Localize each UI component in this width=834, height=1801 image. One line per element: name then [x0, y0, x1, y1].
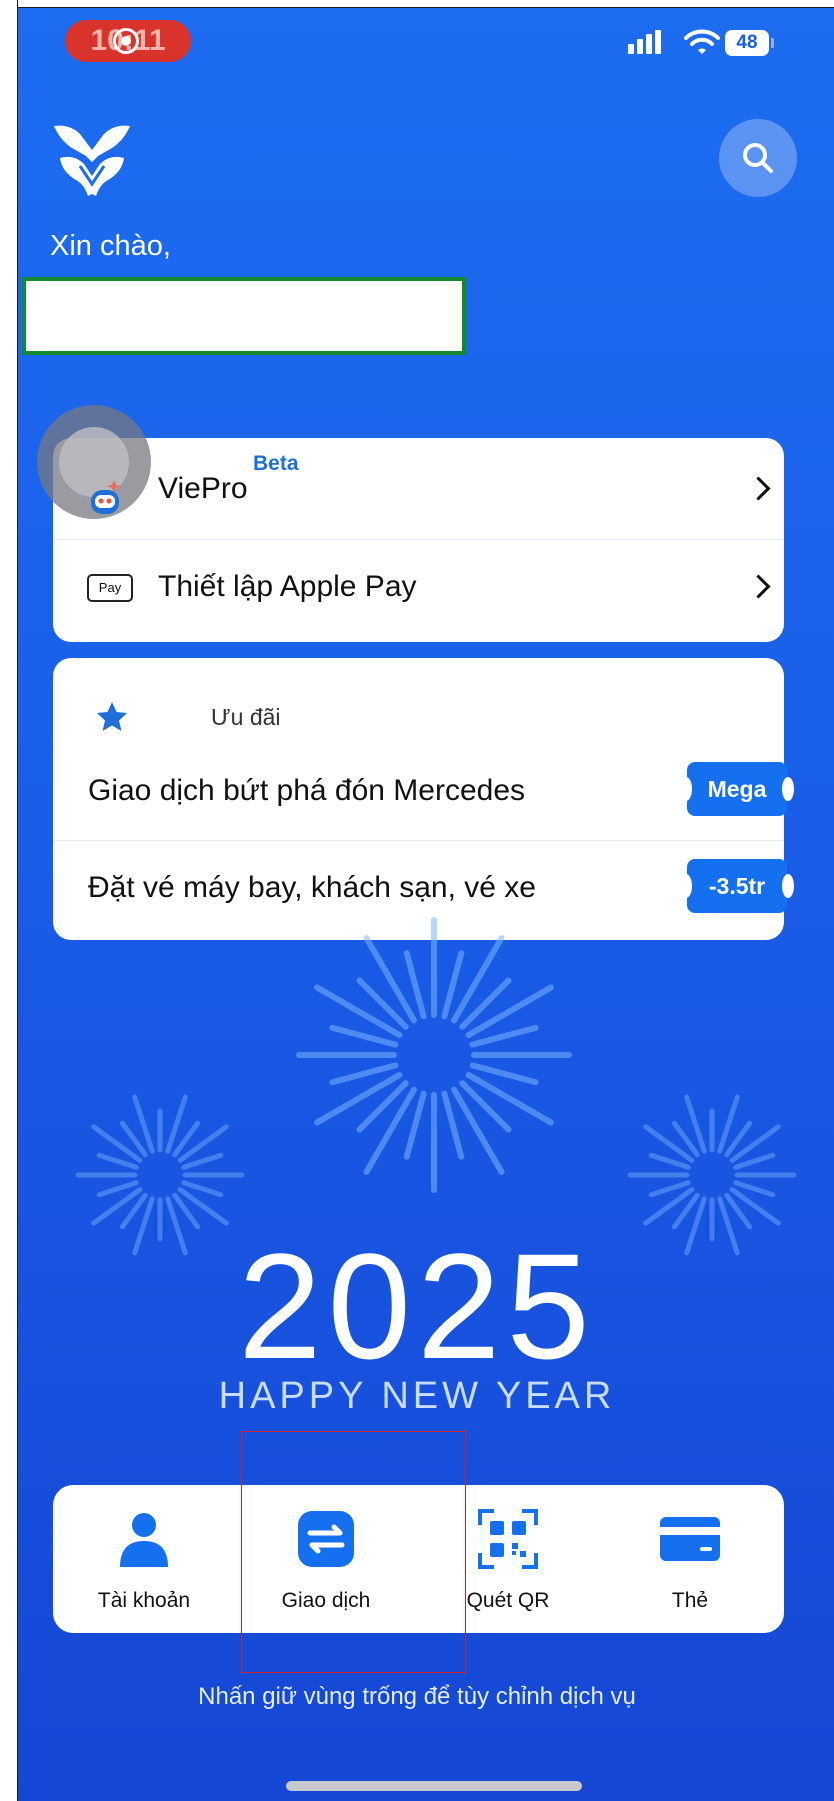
firework-ray — [96, 1180, 139, 1198]
firework-ray — [733, 1152, 776, 1170]
firework-ray — [181, 1152, 224, 1170]
home-indicator[interactable] — [286, 1781, 582, 1791]
firework-ray — [459, 977, 512, 1030]
person-icon — [120, 1513, 168, 1567]
dock-label: Tài khoản — [97, 1589, 191, 1612]
firework-ray — [648, 1180, 691, 1198]
qr-scan-icon — [478, 1509, 538, 1569]
dock-item-account[interactable]: Tài khoản — [53, 1485, 235, 1633]
firework-ray — [459, 1080, 512, 1133]
firework-ray — [96, 1152, 139, 1170]
card-icon — [660, 1517, 720, 1561]
firework-ray — [648, 1152, 691, 1170]
firework-center — [296, 917, 572, 1193]
dock-item-card[interactable]: Thẻ — [599, 1485, 781, 1633]
banner-tagline: HAPPY NEW YEAR — [218, 1375, 616, 1417]
customize-hint: Nhấn giữ vùng trống để tùy chỉnh dịch vụ — [198, 1683, 636, 1710]
banner-year: 2025 — [238, 1222, 596, 1390]
firework-ray — [733, 1180, 776, 1198]
dock-label: Thẻ — [671, 1589, 709, 1612]
firework-ray — [356, 1080, 409, 1133]
firework-ray — [181, 1180, 224, 1198]
firework-ray — [356, 977, 409, 1030]
highlight-box — [241, 1431, 466, 1673]
